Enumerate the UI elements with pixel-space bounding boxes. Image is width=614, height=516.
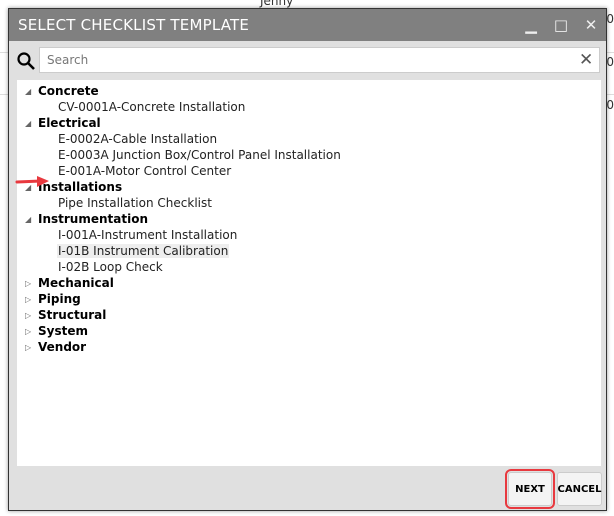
tree-item[interactable]: I-001A-Instrument Installation [17, 227, 601, 243]
search-icon [17, 52, 35, 70]
tree-item-label: E-001A-Motor Control Center [58, 164, 232, 178]
tree-category-structural[interactable]: ▷ Structural [17, 307, 601, 323]
category-label: Vendor [38, 340, 87, 354]
category-label: Instrumentation [38, 212, 149, 226]
collapse-triangle-icon[interactable]: ◢ [25, 87, 38, 96]
search-input[interactable] [39, 47, 600, 73]
tree-category-mechanical[interactable]: ▷ Mechanical [17, 275, 601, 291]
background-user-name: Jenny [260, 0, 294, 8]
clear-search-icon[interactable]: ✕ [579, 50, 593, 70]
tree-category-instrumentation[interactable]: ◢ Instrumentation [17, 211, 601, 227]
tree-item[interactable]: CV-0001A-Concrete Installation [17, 99, 601, 115]
category-label: Concrete [38, 84, 99, 98]
category-label: System [38, 324, 88, 338]
dialog-titlebar[interactable]: SELECT CHECKLIST TEMPLATE ▁ □ ✕ [9, 9, 606, 41]
maximize-icon[interactable]: □ [546, 16, 576, 34]
expand-triangle-icon[interactable]: ▷ [25, 295, 38, 304]
dialog-title: SELECT CHECKLIST TEMPLATE [18, 16, 250, 34]
next-button[interactable]: NEXT [505, 469, 555, 509]
category-label: Piping [38, 292, 81, 306]
category-label: Electrical [38, 116, 101, 130]
red-arrow-annotation [15, 176, 49, 187]
tree-category-installations[interactable]: ◢ Installations [17, 179, 601, 195]
expand-triangle-icon[interactable]: ▷ [25, 279, 38, 288]
expand-triangle-icon[interactable]: ▷ [25, 343, 38, 352]
tree-item[interactable]: E-0003A Junction Box/Control Panel Insta… [17, 147, 601, 163]
close-icon[interactable]: ✕ [576, 16, 606, 34]
collapse-triangle-icon[interactable]: ◢ [25, 119, 38, 128]
tree-category-system[interactable]: ▷ System [17, 323, 601, 339]
tree-item-label: I-01B Instrument Calibration [57, 244, 230, 258]
tree-category-vendor[interactable]: ▷ Vendor [17, 339, 601, 355]
cancel-button[interactable]: CANCEL [557, 472, 602, 506]
expand-triangle-icon[interactable]: ▷ [25, 311, 38, 320]
tree-item-label: E-0003A Junction Box/Control Panel Insta… [58, 148, 341, 162]
tree-item-label: Pipe Installation Checklist [58, 196, 212, 210]
tree-item[interactable]: I-02B Loop Check [17, 259, 601, 275]
tree-item[interactable]: E-001A-Motor Control Center [17, 163, 601, 179]
tree-item-label: I-001A-Instrument Installation [58, 228, 238, 242]
template-tree: ◢ Concrete CV-0001A-Concrete Installation ◢… [17, 80, 601, 466]
category-label: Structural [38, 308, 107, 322]
tree-item[interactable]: Pipe Installation Checklist [17, 195, 601, 211]
tree-category-electrical[interactable]: ◢ Electrical [17, 115, 601, 131]
tree-item[interactable]: I-01B Instrument Calibration [17, 243, 601, 259]
search-row: ✕ [9, 47, 606, 75]
tree-item-label: I-02B Loop Check [58, 260, 163, 274]
tree-category-concrete[interactable]: ◢ Concrete [17, 83, 601, 99]
tree-item[interactable]: E-0002A-Cable Installation [17, 131, 601, 147]
tree-item-label: E-0002A-Cable Installation [58, 132, 218, 146]
minimize-icon[interactable]: ▁ [516, 16, 546, 34]
category-label: Mechanical [38, 276, 114, 290]
tree-item-label: CV-0001A-Concrete Installation [58, 100, 246, 114]
collapse-triangle-icon[interactable]: ◢ [25, 215, 38, 224]
expand-triangle-icon[interactable]: ▷ [25, 327, 38, 336]
tree-category-piping[interactable]: ▷ Piping [17, 291, 601, 307]
select-checklist-template-dialog: SELECT CHECKLIST TEMPLATE ▁ □ ✕ ✕ ◢Concr… [8, 8, 607, 511]
